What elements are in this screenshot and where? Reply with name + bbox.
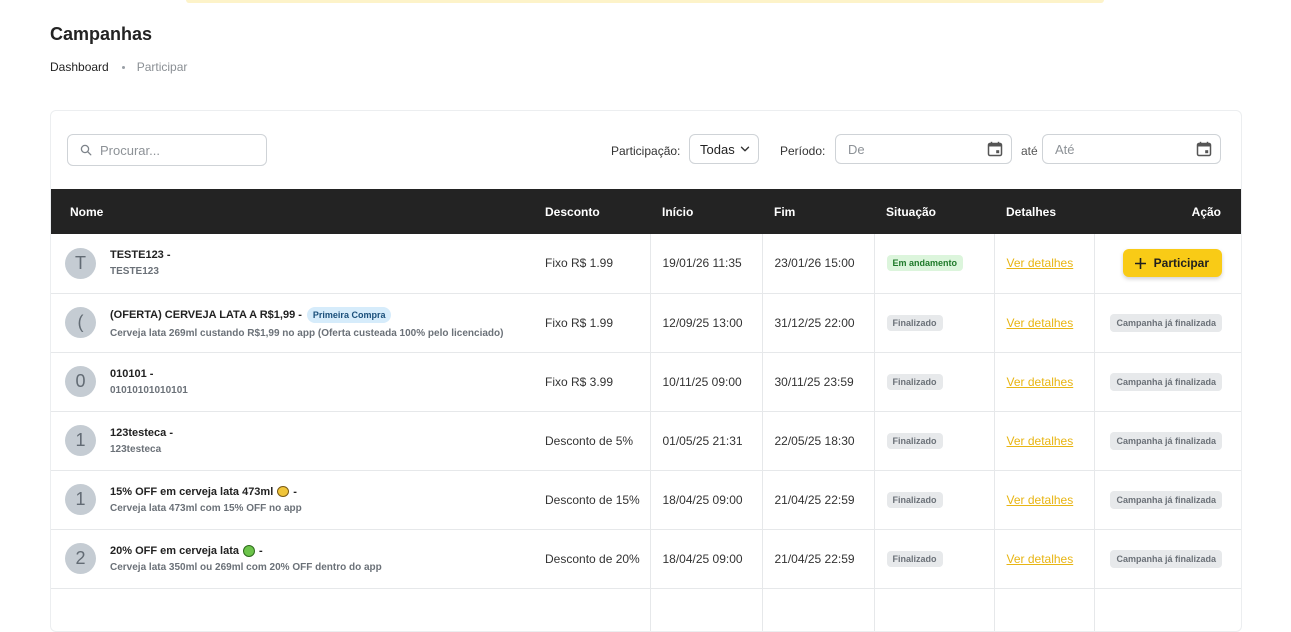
search-icon xyxy=(80,144,92,156)
start-date-cell: 19/01/26 11:35 xyxy=(649,234,762,294)
details-link[interactable]: Ver detalhes xyxy=(1007,493,1074,507)
table-header-row: Nome Desconto Início Fim Situação Detalh… xyxy=(51,189,1241,234)
participation-select[interactable]: Todas xyxy=(689,134,759,164)
column-header-acao[interactable]: Ação xyxy=(1094,189,1241,234)
calendar-icon[interactable] xyxy=(1196,141,1212,157)
column-header-desconto[interactable]: Desconto xyxy=(533,189,650,234)
date-from-input[interactable] xyxy=(846,140,987,158)
table-row: 1 123testeca - 123testeca Desconto de 5%… xyxy=(51,411,1241,471)
avatar: 1 xyxy=(65,484,96,515)
filters-toolbar: Participação: Todas Período: até xyxy=(51,111,1241,189)
campaign-ended-badge: Campanha já finalizada xyxy=(1110,549,1222,568)
end-date-cell: 31/12/25 22:00 xyxy=(761,293,874,353)
discount-cell: Desconto de 15% xyxy=(533,470,650,530)
breadcrumb-dashboard[interactable]: Dashboard xyxy=(50,60,109,74)
campaign-ended-badge: Campanha já finalizada xyxy=(1110,490,1222,509)
table-row: 0 010101 - 01010101010101 Fixo R$ 3.99 1… xyxy=(51,352,1241,412)
table-row: T TESTE123 - TESTE123 Fixo R$ 1.99 19/01… xyxy=(51,234,1241,294)
discount-cell: Fixo R$ 1.99 xyxy=(533,234,650,294)
campaign-title: (OFERTA) CERVEJA LATA A R$1,99 - Primeir… xyxy=(110,306,503,323)
campaign-description: Cerveja lata 473ml com 15% OFF no app xyxy=(110,502,302,514)
participation-select-value: Todas xyxy=(700,141,735,157)
column-header-situacao[interactable]: Situação xyxy=(874,189,994,234)
status-badge: Em andamento xyxy=(886,255,964,272)
campaigns-table: Nome Desconto Início Fim Situação Detalh… xyxy=(51,189,1241,631)
search-box[interactable] xyxy=(67,134,267,166)
breadcrumb-separator xyxy=(121,65,125,69)
campaign-description: 01010101010101 xyxy=(110,384,188,396)
date-from-field[interactable] xyxy=(835,134,1012,164)
column-header-fim[interactable]: Fim xyxy=(762,189,874,234)
avatar: 1 xyxy=(65,425,96,456)
details-link[interactable]: Ver detalhes xyxy=(1007,316,1074,330)
status-badge: Finalizado xyxy=(886,491,943,508)
campaign-ended-badge: Campanha já finalizada xyxy=(1110,372,1222,391)
discount-cell: Desconto de 20% xyxy=(533,529,650,589)
top-notice-bar xyxy=(186,0,1104,3)
avatar: 2 xyxy=(65,543,96,574)
column-header-detalhes[interactable]: Detalhes xyxy=(994,189,1094,234)
campaign-ended-badge: Campanha já finalizada xyxy=(1110,313,1222,332)
calendar-icon[interactable] xyxy=(987,141,1003,157)
status-badge: Finalizado xyxy=(886,432,943,449)
participate-button[interactable]: Participar xyxy=(1122,249,1222,278)
end-date-cell: 23/01/26 15:00 xyxy=(761,234,874,294)
end-date-cell: 22/05/25 18:30 xyxy=(761,411,874,471)
breadcrumb: Dashboard Participar xyxy=(50,60,187,74)
table-row: ( (OFERTA) CERVEJA LATA A R$1,99 - Prime… xyxy=(51,293,1241,353)
date-to-field[interactable] xyxy=(1042,134,1221,164)
plus-icon xyxy=(1134,257,1146,269)
start-date-cell: 01/05/25 21:31 xyxy=(649,411,762,471)
campaign-title: TESTE123 - xyxy=(110,249,171,262)
campaign-title: 123testeca - xyxy=(110,426,173,439)
table-row: 1 15% OFF em cerveja lata 473ml - Cervej… xyxy=(51,470,1241,530)
date-range-separator: até xyxy=(1021,144,1038,158)
campaign-description: Cerveja lata 350ml ou 269ml com 20% OFF … xyxy=(110,561,382,573)
first-purchase-badge: Primeira Compra xyxy=(306,306,392,323)
details-link[interactable]: Ver detalhes xyxy=(1007,256,1074,270)
page-title: Campanhas xyxy=(50,24,153,44)
discount-cell: Fixo R$ 3.99 xyxy=(533,352,650,412)
details-link[interactable]: Ver detalhes xyxy=(1007,552,1074,566)
campaign-title: 15% OFF em cerveja lata 473ml - xyxy=(110,485,297,498)
chevron-down-icon xyxy=(740,146,749,152)
end-date-cell: 30/11/25 23:59 xyxy=(761,352,874,412)
end-date-cell: 21/04/25 22:59 xyxy=(761,529,874,589)
start-date-cell: 18/04/25 09:00 xyxy=(649,529,762,589)
status-badge: Finalizado xyxy=(886,314,943,331)
campaign-title: 20% OFF em cerveja lata - xyxy=(110,544,263,557)
discount-cell: Desconto de 5% xyxy=(533,411,650,471)
avatar: ( xyxy=(65,307,96,338)
campaigns-card: Participação: Todas Período: até xyxy=(50,110,1242,632)
avatar: 0 xyxy=(65,366,96,397)
breadcrumb-current: Participar xyxy=(136,60,188,74)
table-row xyxy=(51,588,1241,631)
end-date-cell: 21/04/25 22:59 xyxy=(761,470,874,530)
campaign-title: 010101 - xyxy=(110,367,154,380)
discount-cell: Fixo R$ 1.99 xyxy=(533,293,650,353)
period-label: Período: xyxy=(780,144,826,158)
details-link[interactable]: Ver detalhes xyxy=(1007,434,1074,448)
campaign-ended-badge: Campanha já finalizada xyxy=(1110,431,1222,450)
participation-label: Participação: xyxy=(611,144,681,158)
table-row: 2 20% OFF em cerveja lata - Cerveja lata… xyxy=(51,529,1241,589)
details-link[interactable]: Ver detalhes xyxy=(1007,375,1074,389)
status-badge: Finalizado xyxy=(886,373,943,390)
campaign-description: 123testeca xyxy=(110,443,162,455)
start-date-cell: 12/09/25 13:00 xyxy=(649,293,762,353)
campaign-description: TESTE123 xyxy=(110,266,159,278)
beer-can-emoji-icon xyxy=(277,486,290,497)
search-input[interactable] xyxy=(98,141,262,159)
date-to-input[interactable] xyxy=(1053,140,1196,158)
money-face-emoji-icon xyxy=(243,544,256,557)
start-date-cell: 10/11/25 09:00 xyxy=(649,352,762,412)
column-header-inicio[interactable]: Início xyxy=(650,189,762,234)
start-date-cell: 18/04/25 09:00 xyxy=(649,470,762,530)
status-badge: Finalizado xyxy=(886,550,943,567)
avatar: T xyxy=(65,247,96,279)
campaign-description: Cerveja lata 269ml custando R$1,99 no ap… xyxy=(110,327,504,339)
column-header-nome[interactable]: Nome xyxy=(51,189,533,234)
